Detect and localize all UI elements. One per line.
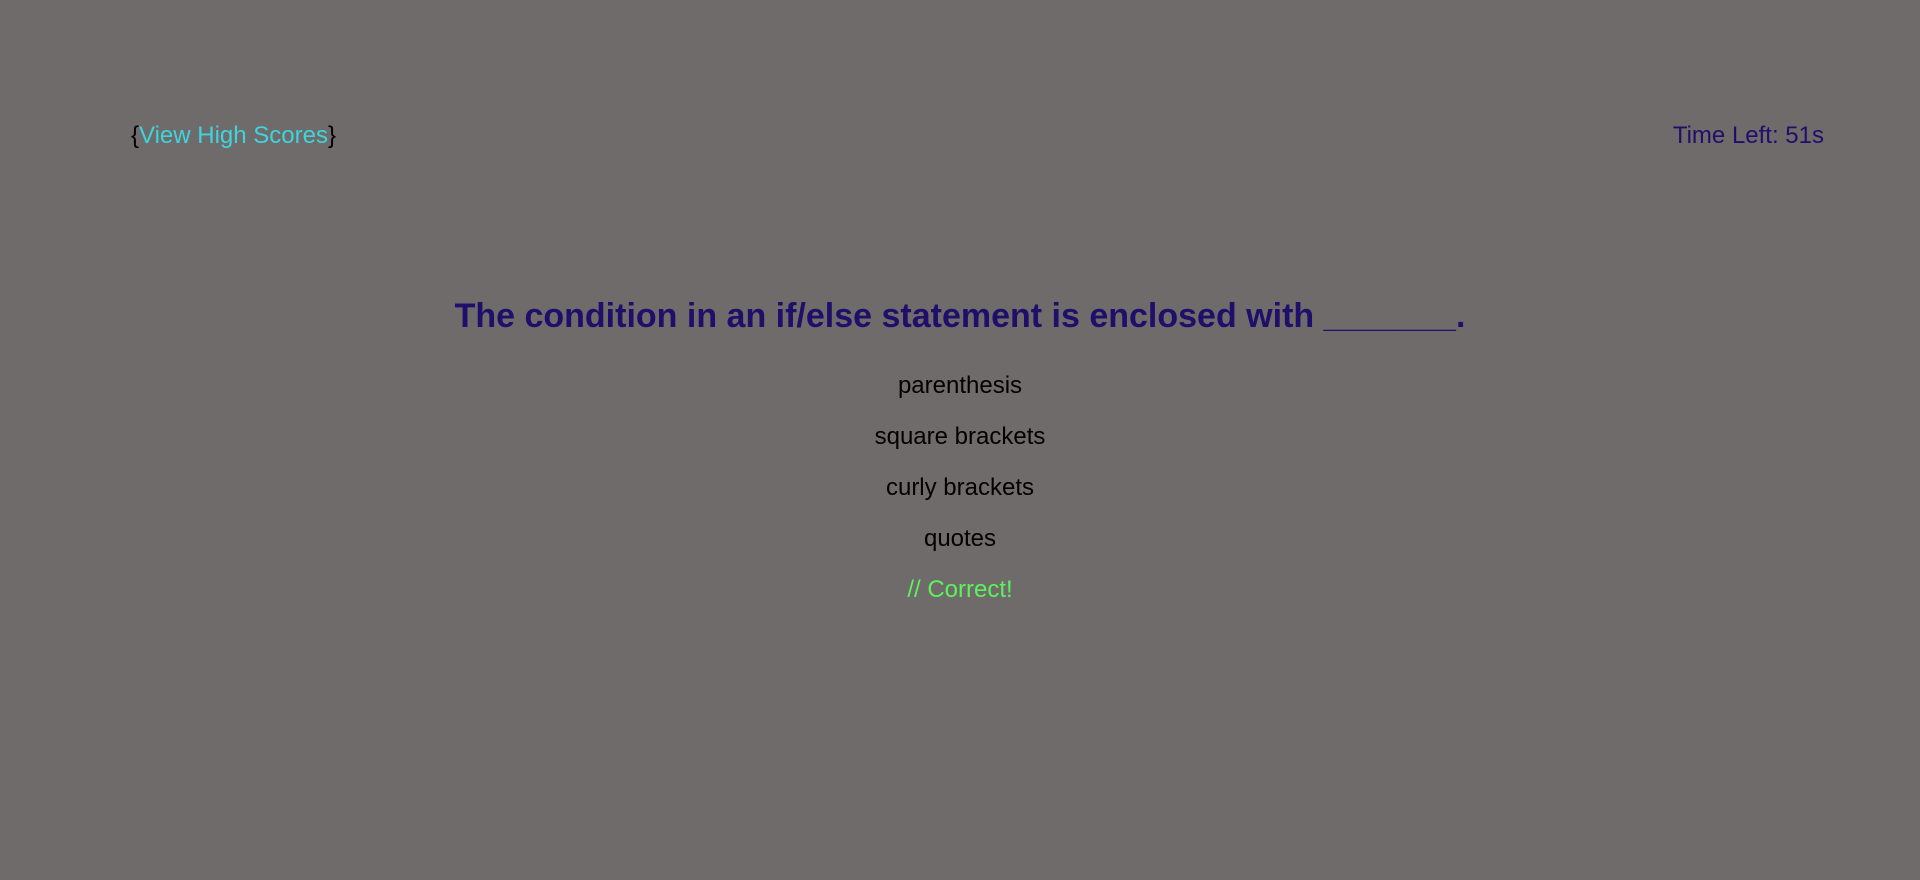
answer-choice-curly-brackets[interactable]: curly brackets bbox=[0, 462, 1920, 513]
answer-choices-list: parenthesis square brackets curly bracke… bbox=[0, 360, 1920, 564]
brace-close: } bbox=[328, 122, 337, 149]
view-high-scores-link[interactable]: View High Scores bbox=[139, 122, 328, 149]
timer-display: Time Left: 51s bbox=[1672, 122, 1824, 149]
answer-choice-square-brackets[interactable]: square brackets bbox=[0, 411, 1920, 462]
brace-open: { bbox=[131, 122, 140, 149]
answer-choice-parenthesis[interactable]: parenthesis bbox=[0, 360, 1920, 411]
question-text: The condition in an if/else statement is… bbox=[454, 297, 1466, 335]
answer-feedback: // Correct! bbox=[907, 576, 1013, 603]
quiz-container: The condition in an if/else statement is… bbox=[0, 292, 1920, 610]
answer-choice-quotes[interactable]: quotes bbox=[0, 513, 1920, 564]
high-scores-nav: {View High Scores} bbox=[131, 122, 336, 150]
